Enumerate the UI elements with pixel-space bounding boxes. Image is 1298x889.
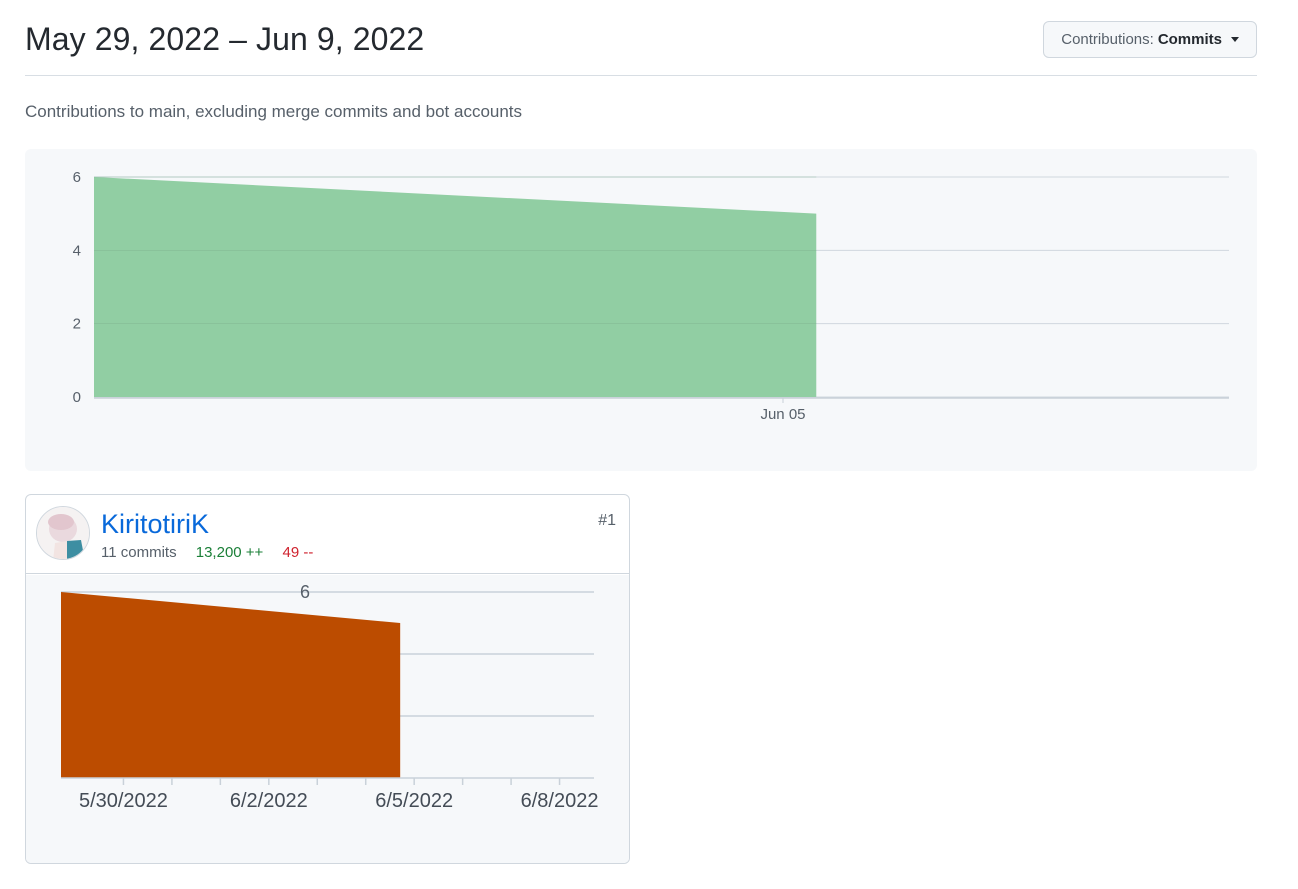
x-tick-label: 5/30/2022: [79, 790, 168, 812]
y-tick-label: 6: [300, 582, 310, 602]
commits-area: [94, 177, 817, 397]
caret-down-icon: [1231, 37, 1239, 42]
y-tick-label: 4: [73, 242, 81, 259]
contributor-card: KiritotiriK 11 commits 13,200 ++ 49 -- #…: [25, 494, 630, 864]
contributor-rank: #1: [598, 512, 616, 529]
additions-count: 13,200 ++: [195, 544, 264, 561]
contributor-commits-area: [61, 592, 401, 778]
contributor-chart-svg: 6 5/30/2022 6/2/2022 6/5/2022 6/8/2022: [61, 582, 599, 812]
overview-chart-svg: 0 2 4 6 Jun 05: [73, 169, 1229, 423]
avatar-image: [37, 507, 89, 559]
x-tick-label: 6/2/2022: [230, 790, 308, 812]
contributor-stats: 11 commits 13,200 ++ 49 --: [101, 544, 313, 561]
x-tick-label: 6/5/2022: [375, 790, 453, 812]
contributions-label: Contributions:: [1061, 31, 1154, 48]
contributor-card-header: KiritotiriK 11 commits 13,200 ++ 49 -- #…: [26, 495, 629, 574]
x-tick-label: 6/8/2022: [521, 790, 599, 812]
contributions-value: Commits: [1157, 31, 1222, 48]
contributor-name-link[interactable]: KiritotiriK: [101, 509, 209, 540]
y-tick-label: 2: [73, 316, 81, 333]
page-header: May 29, 2022 – Jun 9, 2022 Contributions…: [25, 18, 1257, 76]
y-tick-label: 6: [73, 169, 81, 186]
contributions-type-dropdown[interactable]: Contributions: Commits: [1043, 21, 1257, 58]
contributions-subtitle: Contributions to main, excluding merge c…: [25, 102, 523, 121]
deletions-count: 49 --: [282, 544, 314, 561]
avatar[interactable]: [36, 506, 90, 560]
commit-count: 11 commits: [101, 544, 177, 561]
contributor-chart: 6 5/30/2022 6/2/2022 6/5/2022 6/8/2022: [26, 575, 629, 863]
contributions-overview-chart: 0 2 4 6 Jun 05: [25, 149, 1257, 471]
x-tick-label: Jun 05: [760, 406, 805, 423]
y-tick-label: 0: [73, 389, 81, 406]
date-range-title: May 29, 2022 – Jun 9, 2022: [25, 21, 425, 57]
